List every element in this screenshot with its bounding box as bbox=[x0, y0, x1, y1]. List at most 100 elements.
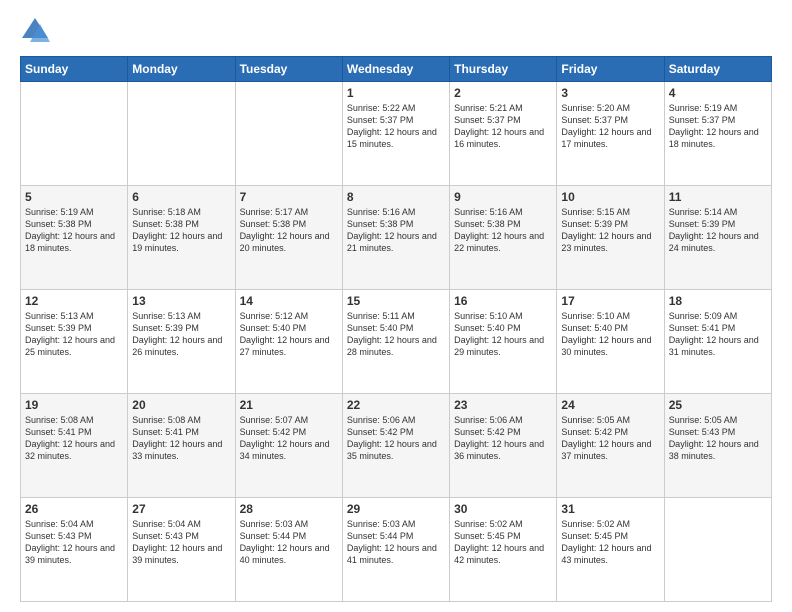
calendar-cell: 25 Sunrise: 5:05 AM Sunset: 5:43 PM Dayli… bbox=[664, 394, 771, 498]
calendar-cell bbox=[21, 82, 128, 186]
calendar-cell: 27 Sunrise: 5:04 AM Sunset: 5:43 PM Dayli… bbox=[128, 498, 235, 602]
day-number: 20 bbox=[132, 398, 230, 412]
calendar-cell: 26 Sunrise: 5:04 AM Sunset: 5:43 PM Dayli… bbox=[21, 498, 128, 602]
day-info: Sunrise: 5:06 AM Sunset: 5:42 PM Dayligh… bbox=[454, 414, 552, 463]
day-info: Sunrise: 5:02 AM Sunset: 5:45 PM Dayligh… bbox=[454, 518, 552, 567]
day-info: Sunrise: 5:06 AM Sunset: 5:42 PM Dayligh… bbox=[347, 414, 445, 463]
calendar-cell: 5 Sunrise: 5:19 AM Sunset: 5:38 PM Daylig… bbox=[21, 186, 128, 290]
day-number: 19 bbox=[25, 398, 123, 412]
day-number: 2 bbox=[454, 86, 552, 100]
day-number: 3 bbox=[561, 86, 659, 100]
day-info: Sunrise: 5:11 AM Sunset: 5:40 PM Dayligh… bbox=[347, 310, 445, 359]
day-number: 8 bbox=[347, 190, 445, 204]
calendar-cell: 23 Sunrise: 5:06 AM Sunset: 5:42 PM Dayli… bbox=[450, 394, 557, 498]
day-info: Sunrise: 5:12 AM Sunset: 5:40 PM Dayligh… bbox=[240, 310, 338, 359]
calendar-cell: 13 Sunrise: 5:13 AM Sunset: 5:39 PM Dayli… bbox=[128, 290, 235, 394]
calendar-cell: 1Sunrise: 5:22 AM Sunset: 5:37 PM Daylig… bbox=[342, 82, 449, 186]
logo-icon bbox=[20, 16, 50, 46]
calendar-cell bbox=[235, 82, 342, 186]
day-number: 11 bbox=[669, 190, 767, 204]
day-number: 4 bbox=[669, 86, 767, 100]
day-info: Sunrise: 5:14 AM Sunset: 5:39 PM Dayligh… bbox=[669, 206, 767, 255]
logo bbox=[20, 16, 54, 46]
calendar-cell: 20 Sunrise: 5:08 AM Sunset: 5:41 PM Dayli… bbox=[128, 394, 235, 498]
calendar-cell: 30Sunrise: 5:02 AM Sunset: 5:45 PM Dayli… bbox=[450, 498, 557, 602]
day-number: 26 bbox=[25, 502, 123, 516]
day-info: Sunrise: 5:19 AM Sunset: 5:38 PM Dayligh… bbox=[25, 206, 123, 255]
day-info: Sunrise: 5:09 AM Sunset: 5:41 PM Dayligh… bbox=[669, 310, 767, 359]
day-info: Sunrise: 5:10 AM Sunset: 5:40 PM Dayligh… bbox=[454, 310, 552, 359]
calendar-cell: 8 Sunrise: 5:16 AM Sunset: 5:38 PM Daylig… bbox=[342, 186, 449, 290]
calendar-cell: 6 Sunrise: 5:18 AM Sunset: 5:38 PM Daylig… bbox=[128, 186, 235, 290]
day-info: Sunrise: 5:04 AM Sunset: 5:43 PM Dayligh… bbox=[25, 518, 123, 567]
day-info: Sunrise: 5:02 AM Sunset: 5:45 PM Dayligh… bbox=[561, 518, 659, 567]
day-info: Sunrise: 5:08 AM Sunset: 5:41 PM Dayligh… bbox=[132, 414, 230, 463]
day-number: 16 bbox=[454, 294, 552, 308]
day-info: Sunrise: 5:18 AM Sunset: 5:38 PM Dayligh… bbox=[132, 206, 230, 255]
calendar-week-row: 19 Sunrise: 5:08 AM Sunset: 5:41 PM Dayli… bbox=[21, 394, 772, 498]
day-info: Sunrise: 5:04 AM Sunset: 5:43 PM Dayligh… bbox=[132, 518, 230, 567]
calendar-cell: 21 Sunrise: 5:07 AM Sunset: 5:42 PM Dayli… bbox=[235, 394, 342, 498]
day-info: Sunrise: 5:16 AM Sunset: 5:38 PM Dayligh… bbox=[454, 206, 552, 255]
calendar-cell: 17 Sunrise: 5:10 AM Sunset: 5:40 PM Dayli… bbox=[557, 290, 664, 394]
day-number: 15 bbox=[347, 294, 445, 308]
day-number: 5 bbox=[25, 190, 123, 204]
day-info: Sunrise: 5:16 AM Sunset: 5:38 PM Dayligh… bbox=[347, 206, 445, 255]
weekday-header: Tuesday bbox=[235, 57, 342, 82]
calendar-week-row: 5 Sunrise: 5:19 AM Sunset: 5:38 PM Daylig… bbox=[21, 186, 772, 290]
day-info: Sunrise: 5:13 AM Sunset: 5:39 PM Dayligh… bbox=[25, 310, 123, 359]
calendar-cell: 28Sunrise: 5:03 AM Sunset: 5:44 PM Dayli… bbox=[235, 498, 342, 602]
day-number: 13 bbox=[132, 294, 230, 308]
calendar-cell: 19 Sunrise: 5:08 AM Sunset: 5:41 PM Dayli… bbox=[21, 394, 128, 498]
day-number: 22 bbox=[347, 398, 445, 412]
day-number: 25 bbox=[669, 398, 767, 412]
day-info: Sunrise: 5:08 AM Sunset: 5:41 PM Dayligh… bbox=[25, 414, 123, 463]
day-info: Sunrise: 5:20 AM Sunset: 5:37 PM Dayligh… bbox=[561, 102, 659, 151]
day-number: 31 bbox=[561, 502, 659, 516]
day-info: Sunrise: 5:17 AM Sunset: 5:38 PM Dayligh… bbox=[240, 206, 338, 255]
day-info: Sunrise: 5:10 AM Sunset: 5:40 PM Dayligh… bbox=[561, 310, 659, 359]
calendar-week-row: 1Sunrise: 5:22 AM Sunset: 5:37 PM Daylig… bbox=[21, 82, 772, 186]
weekday-header: Wednesday bbox=[342, 57, 449, 82]
calendar-header-row: SundayMondayTuesdayWednesdayThursdayFrid… bbox=[21, 57, 772, 82]
day-info: Sunrise: 5:21 AM Sunset: 5:37 PM Dayligh… bbox=[454, 102, 552, 151]
calendar-cell: 31 Sunrise: 5:02 AM Sunset: 5:45 PM Dayli… bbox=[557, 498, 664, 602]
page: SundayMondayTuesdayWednesdayThursdayFrid… bbox=[0, 0, 792, 612]
calendar-cell: 14Sunrise: 5:12 AM Sunset: 5:40 PM Dayli… bbox=[235, 290, 342, 394]
calendar-week-row: 26 Sunrise: 5:04 AM Sunset: 5:43 PM Dayli… bbox=[21, 498, 772, 602]
day-number: 21 bbox=[240, 398, 338, 412]
day-number: 10 bbox=[561, 190, 659, 204]
calendar-cell: 18 Sunrise: 5:09 AM Sunset: 5:41 PM Dayli… bbox=[664, 290, 771, 394]
calendar-cell: 22 Sunrise: 5:06 AM Sunset: 5:42 PM Dayli… bbox=[342, 394, 449, 498]
day-number: 12 bbox=[25, 294, 123, 308]
day-info: Sunrise: 5:19 AM Sunset: 5:37 PM Dayligh… bbox=[669, 102, 767, 151]
day-info: Sunrise: 5:07 AM Sunset: 5:42 PM Dayligh… bbox=[240, 414, 338, 463]
day-info: Sunrise: 5:03 AM Sunset: 5:44 PM Dayligh… bbox=[347, 518, 445, 567]
day-info: Sunrise: 5:13 AM Sunset: 5:39 PM Dayligh… bbox=[132, 310, 230, 359]
calendar-table: SundayMondayTuesdayWednesdayThursdayFrid… bbox=[20, 56, 772, 602]
day-number: 27 bbox=[132, 502, 230, 516]
day-info: Sunrise: 5:22 AM Sunset: 5:37 PM Dayligh… bbox=[347, 102, 445, 151]
day-info: Sunrise: 5:05 AM Sunset: 5:42 PM Dayligh… bbox=[561, 414, 659, 463]
calendar-cell: 24 Sunrise: 5:05 AM Sunset: 5:42 PM Dayli… bbox=[557, 394, 664, 498]
day-info: Sunrise: 5:15 AM Sunset: 5:39 PM Dayligh… bbox=[561, 206, 659, 255]
weekday-header: Monday bbox=[128, 57, 235, 82]
calendar-cell bbox=[128, 82, 235, 186]
day-number: 17 bbox=[561, 294, 659, 308]
calendar-cell: 12 Sunrise: 5:13 AM Sunset: 5:39 PM Dayli… bbox=[21, 290, 128, 394]
day-number: 6 bbox=[132, 190, 230, 204]
weekday-header: Friday bbox=[557, 57, 664, 82]
day-info: Sunrise: 5:05 AM Sunset: 5:43 PM Dayligh… bbox=[669, 414, 767, 463]
day-number: 18 bbox=[669, 294, 767, 308]
calendar-cell: 11 Sunrise: 5:14 AM Sunset: 5:39 PM Dayli… bbox=[664, 186, 771, 290]
calendar-cell: 10 Sunrise: 5:15 AM Sunset: 5:39 PM Dayli… bbox=[557, 186, 664, 290]
day-info: Sunrise: 5:03 AM Sunset: 5:44 PM Dayligh… bbox=[240, 518, 338, 567]
weekday-header: Sunday bbox=[21, 57, 128, 82]
calendar-cell: 7Sunrise: 5:17 AM Sunset: 5:38 PM Daylig… bbox=[235, 186, 342, 290]
calendar-cell: 16 Sunrise: 5:10 AM Sunset: 5:40 PM Dayli… bbox=[450, 290, 557, 394]
weekday-header: Thursday bbox=[450, 57, 557, 82]
day-number: 29 bbox=[347, 502, 445, 516]
day-number: 23 bbox=[454, 398, 552, 412]
day-number: 24 bbox=[561, 398, 659, 412]
calendar-cell: 29 Sunrise: 5:03 AM Sunset: 5:44 PM Dayli… bbox=[342, 498, 449, 602]
